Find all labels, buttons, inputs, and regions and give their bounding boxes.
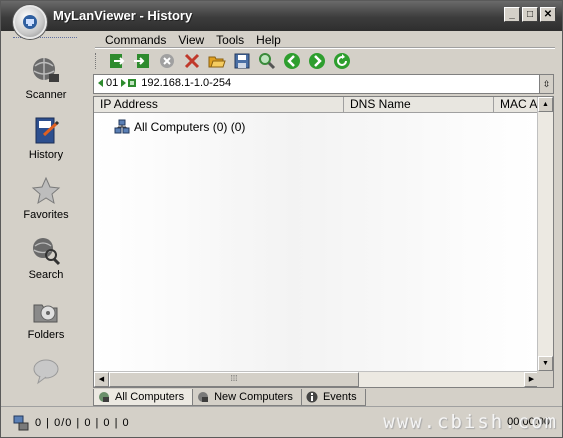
sidebar-item-label: Favorites — [23, 209, 69, 221]
list-header: IP Address DNS Name MAC A — [94, 97, 539, 113]
refresh-button[interactable] — [331, 51, 353, 71]
tab-label: Events — [322, 391, 357, 403]
tab-new-computers[interactable]: New Computers — [192, 389, 302, 406]
delete-button[interactable] — [181, 51, 203, 71]
prev-small-icon — [98, 79, 103, 87]
save-button[interactable] — [231, 51, 253, 71]
new-computers-icon — [198, 392, 209, 402]
close-button[interactable]: ✕ — [540, 7, 556, 22]
tab-label: All Computers — [115, 391, 185, 403]
history-book-icon — [30, 115, 62, 147]
network-status-icon — [13, 415, 29, 431]
title-bar[interactable]: MyLanViewer - History _ □ ✕ — [1, 1, 562, 31]
cancel-circle-icon — [160, 54, 174, 68]
export-button[interactable] — [106, 51, 128, 71]
import-button[interactable] — [131, 51, 153, 71]
sidebar-item-label: History — [28, 149, 64, 161]
star-icon — [30, 175, 62, 207]
menu-divider — [95, 47, 555, 49]
sidebar-item-history[interactable]: History — [7, 115, 85, 171]
app-logo-icon[interactable] — [13, 5, 47, 39]
open-folder-icon — [208, 56, 226, 68]
minimize-button[interactable]: _ — [504, 7, 520, 22]
maximize-button[interactable]: □ — [522, 7, 538, 22]
forward-button[interactable] — [306, 51, 328, 71]
tab-events[interactable]: Events — [300, 389, 366, 406]
back-button[interactable] — [281, 51, 303, 71]
sidebar-item-label: Folders — [27, 329, 65, 341]
import-green-icon — [134, 54, 149, 68]
back-arrow-icon — [284, 53, 300, 69]
sidebar-item-chat[interactable] — [7, 355, 85, 411]
find-magnifier-icon — [259, 53, 276, 70]
save-disk-icon — [234, 53, 250, 69]
address-value: 01 192.168.1-1.0-254 — [98, 77, 231, 89]
scanner-globe-icon — [30, 55, 62, 87]
address-bar[interactable]: 01 192.168.1-1.0-254 ⇳ — [93, 74, 554, 94]
sidebar: Scanner History Favorites Search Folders — [7, 31, 85, 403]
scroll-down-button[interactable]: ▼ — [538, 356, 553, 371]
tree-row-label: All Computers (0) (0) — [134, 120, 246, 134]
status-counts-area: 0 | 0/0 | 0 | 0 | 0 — [13, 415, 130, 431]
tree-row[interactable]: All Computers (0) (0) — [114, 119, 245, 135]
scroll-up-button[interactable]: ▲ — [538, 97, 553, 112]
address-range: 192.168.1-1.0-254 — [141, 77, 232, 89]
view-tabs: All Computers New Computers Events — [93, 389, 366, 406]
next-small-icon — [121, 79, 127, 87]
sidebar-item-favorites[interactable]: Favorites — [7, 175, 85, 231]
column-ip-address[interactable]: IP Address — [94, 97, 344, 113]
sidebar-item-folders[interactable]: Folders — [7, 295, 85, 351]
cancel-button[interactable] — [156, 51, 178, 71]
export-green-icon — [110, 54, 125, 68]
events-info-icon — [306, 391, 318, 403]
open-button[interactable] — [206, 51, 228, 71]
address-index: 01 — [106, 77, 119, 89]
network-small-icon — [128, 79, 137, 87]
computers-list[interactable]: IP Address DNS Name MAC A All Computers … — [93, 96, 554, 388]
scroll-thumb[interactable]: ⁞⁞⁞ — [109, 372, 359, 387]
horizontal-scrollbar[interactable]: ◀ ⁞⁞⁞ ▶ — [94, 371, 539, 387]
sidebar-item-label: Scanner — [25, 89, 67, 101]
column-dns-name[interactable]: DNS Name — [344, 97, 494, 113]
chat-bubble-icon — [30, 355, 62, 387]
scroll-corner — [537, 371, 553, 387]
sidebar-item-scanner[interactable]: Scanner — [7, 55, 85, 111]
network-computers-icon — [114, 119, 130, 134]
toolbar-grip[interactable] — [95, 53, 98, 69]
address-spin-button[interactable]: ⇳ — [539, 75, 553, 93]
main-window: MyLanViewer - History _ □ ✕ Scanner Hist… — [0, 0, 563, 438]
window-title: MyLanViewer - History — [53, 8, 193, 23]
status-counts: 0 | 0/0 | 0 | 0 | 0 — [35, 417, 130, 429]
tab-label: New Computers — [214, 391, 293, 403]
scroll-left-button[interactable]: ◀ — [94, 372, 109, 387]
search-globe-icon — [30, 235, 62, 267]
sidebar-item-search[interactable]: Search — [7, 235, 85, 291]
refresh-icon — [334, 53, 350, 69]
column-mac-address[interactable]: MAC A — [494, 97, 539, 113]
toolbar — [95, 51, 356, 71]
vertical-scrollbar[interactable]: ▲ ▼ — [537, 97, 553, 371]
tab-all-computers[interactable]: All Computers — [93, 389, 194, 406]
all-computers-icon — [99, 392, 109, 402]
sidebar-item-label: Search — [28, 269, 64, 281]
find-button[interactable] — [256, 51, 278, 71]
window-controls: _ □ ✕ — [504, 7, 556, 22]
folders-icon — [30, 295, 62, 327]
delete-x-icon — [184, 53, 200, 69]
watermark-text: www.cbish.com — [383, 411, 558, 433]
forward-arrow-icon — [309, 53, 325, 69]
